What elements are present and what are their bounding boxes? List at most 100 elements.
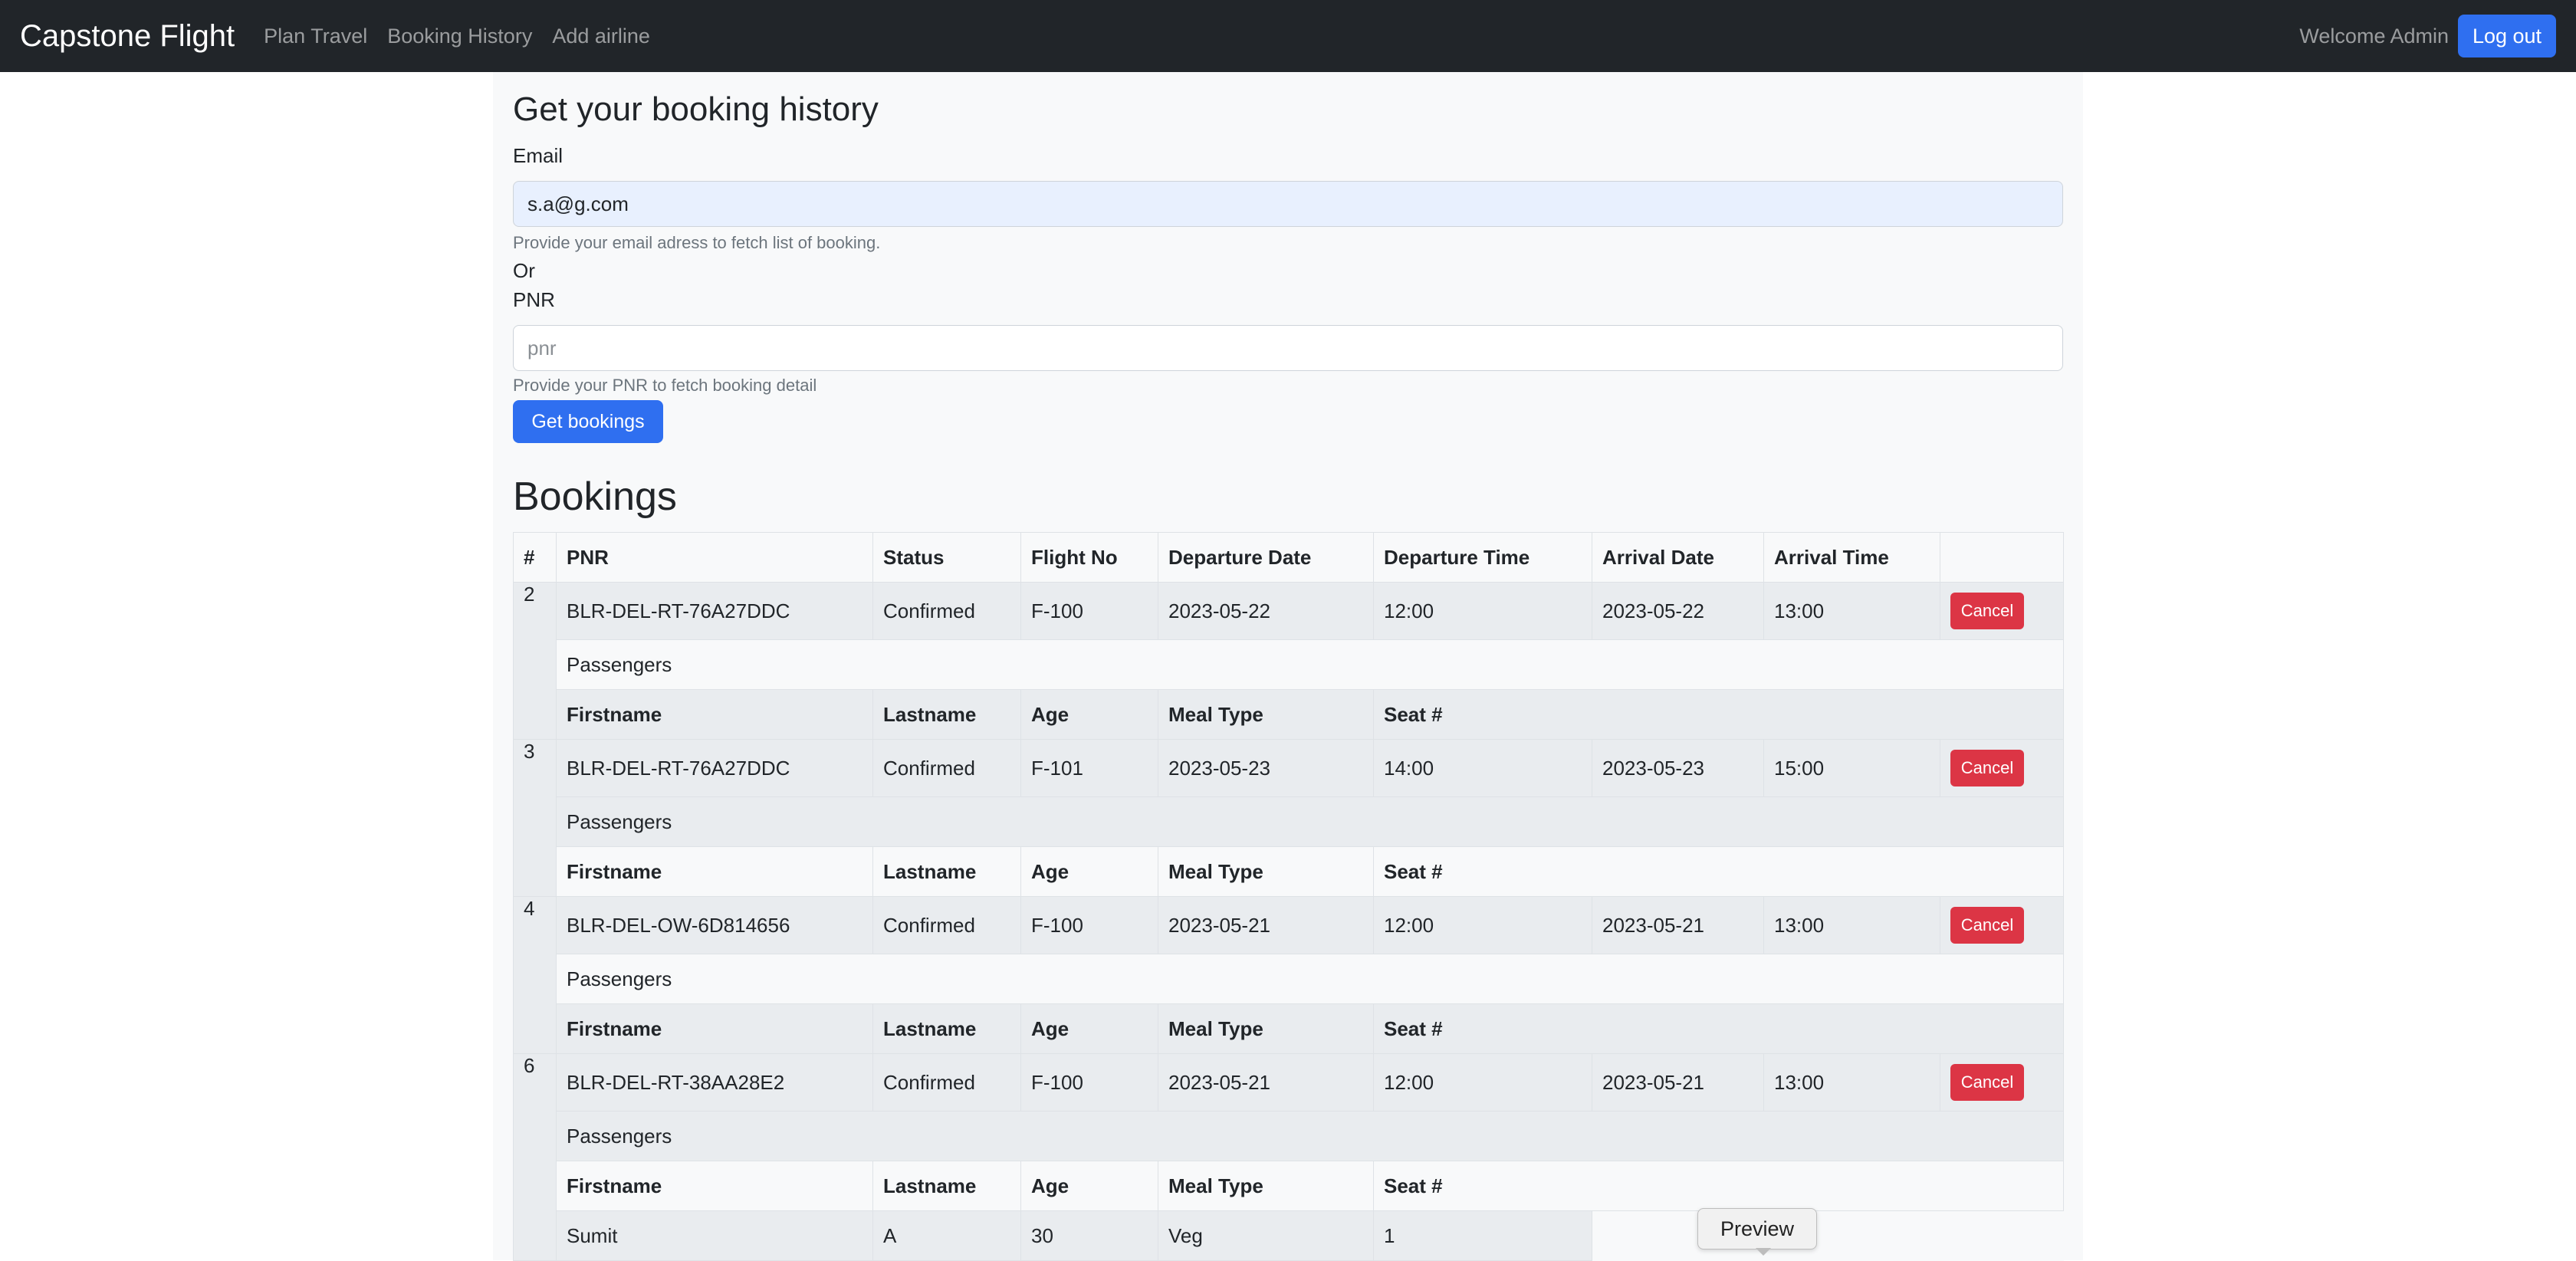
passenger-col-header: Meal Type (1158, 689, 1374, 740)
departure-time-cell: 14:00 (1373, 739, 1592, 797)
logout-button[interactable]: Log out (2458, 15, 2556, 57)
departure-date-cell: 2023-05-22 (1158, 582, 1374, 640)
email-help: Provide your email adress to fetch list … (513, 233, 881, 252)
empty-cell (1592, 1210, 2064, 1261)
welcome-text: Welcome Admin (2299, 24, 2449, 48)
passengers-header-row: Firstname Lastname Age Meal Type Seat # (514, 689, 2064, 740)
passenger-col-header: Lastname (872, 846, 1021, 897)
passenger-col-header: Seat # (1373, 689, 2064, 740)
email-label: Email (513, 144, 564, 167)
arrival-time-cell: 13:00 (1763, 1053, 1940, 1112)
brand-link[interactable]: Capstone Flight (20, 19, 235, 54)
departure-time-cell: 12:00 (1373, 1053, 1592, 1112)
cancel-button[interactable]: Cancel (1950, 593, 2024, 629)
bookings-table: # PNR Status Flight No Departure Date De… (513, 532, 2064, 1261)
table-row: 4 BLR-DEL-OW-6D814656 Confirmed F-100 20… (513, 896, 2064, 1054)
cancel-button[interactable]: Cancel (1950, 1064, 2024, 1101)
departure-date-cell: 2023-05-23 (1158, 739, 1374, 797)
row-number: 4 (513, 896, 557, 1054)
nav-booking-history[interactable]: Booking History (387, 25, 532, 48)
col-header (1940, 532, 2064, 583)
row-number: 3 (513, 739, 557, 897)
passengers-label: Passengers (556, 1111, 2064, 1161)
pnr-input[interactable]: pnr (513, 325, 2063, 371)
row-number: 6 (513, 1053, 557, 1261)
passenger-col-header: Firstname (556, 1003, 873, 1054)
table-row: 3 BLR-DEL-RT-76A27DDC Confirmed F-101 20… (513, 739, 2064, 897)
passenger-col-header: Lastname (872, 1003, 1021, 1054)
passenger-col-header: Age (1020, 1003, 1158, 1054)
bookings-title: Bookings (513, 475, 677, 519)
passenger-col-header: Firstname (556, 846, 873, 897)
preview-tooltip[interactable]: Preview (1697, 1208, 1817, 1250)
status-cell: Confirmed (872, 1053, 1021, 1112)
passengers-label-row: Passengers (514, 954, 2064, 1004)
pnr-placeholder: pnr (527, 336, 557, 360)
passenger-col-header: Seat # (1373, 1003, 2064, 1054)
col-header: Departure Date (1158, 532, 1374, 583)
page-title: Get your booking history (513, 90, 879, 128)
departure-time-cell: 12:00 (1373, 582, 1592, 640)
passenger-col-header: Seat # (1373, 1161, 2064, 1211)
action-cell: Cancel (1940, 739, 2064, 797)
departure-date-cell: 2023-05-21 (1158, 896, 1374, 954)
passenger-col-header: Lastname (872, 689, 1021, 740)
table-header: # PNR Status Flight No Departure Date De… (513, 532, 2064, 583)
navbar-right: Welcome Admin Log out (2299, 15, 2556, 57)
passenger-firstname: Sumit (556, 1210, 873, 1261)
departure-time-cell: 12:00 (1373, 896, 1592, 954)
passenger-col-header: Firstname (556, 689, 873, 740)
passenger-seat: 1 (1373, 1210, 1592, 1261)
passengers-label-row: Passengers (514, 1111, 2064, 1161)
passenger-col-header: Age (1020, 689, 1158, 740)
passenger-lastname: A (872, 1210, 1021, 1261)
nav-plan-travel[interactable]: Plan Travel (264, 25, 367, 48)
action-cell: Cancel (1940, 1053, 2064, 1112)
col-header: Status (872, 532, 1021, 583)
passenger-col-header: Meal Type (1158, 1161, 1374, 1211)
cancel-button[interactable]: Cancel (1950, 907, 2024, 944)
pnr-cell: BLR-DEL-RT-38AA28E2 (556, 1053, 873, 1112)
nav-add-airline[interactable]: Add airline (552, 25, 650, 48)
get-bookings-button[interactable]: Get bookings (513, 400, 663, 443)
passenger-col-header: Firstname (556, 1161, 873, 1211)
action-cell: Cancel (1940, 582, 2064, 640)
status-cell: Confirmed (872, 739, 1021, 797)
passenger-col-header: Lastname (872, 1161, 1021, 1211)
main-panel: Get your booking history Email s.a@g.com… (493, 72, 2083, 1261)
arrival-time-cell: 15:00 (1763, 739, 1940, 797)
passenger-col-header: Meal Type (1158, 846, 1374, 897)
or-text: Or (513, 259, 535, 282)
top-navbar: Capstone Flight Plan Travel Booking Hist… (0, 0, 2576, 72)
col-header: Arrival Date (1592, 532, 1764, 583)
col-header: Flight No (1020, 532, 1158, 583)
passengers-label-row: Passengers (514, 639, 2064, 690)
passengers-header-row: Firstname Lastname Age Meal Type Seat # (514, 1161, 2064, 1211)
flight-cell: F-100 (1020, 896, 1158, 954)
table-row: 2 BLR-DEL-RT-76A27DDC Confirmed F-100 20… (513, 582, 2064, 740)
pnr-cell: BLR-DEL-RT-76A27DDC (556, 582, 873, 640)
departure-date-cell: 2023-05-21 (1158, 1053, 1374, 1112)
table-row: 6 BLR-DEL-RT-38AA28E2 Confirmed F-100 20… (513, 1053, 2064, 1261)
passengers-label: Passengers (556, 954, 2064, 1004)
passenger-meal: Veg (1158, 1210, 1374, 1261)
passenger-col-header: Seat # (1373, 846, 2064, 897)
email-input[interactable]: s.a@g.com (513, 181, 2063, 227)
tooltip-arrow-icon (1756, 1248, 1771, 1256)
pnr-cell: BLR-DEL-RT-76A27DDC (556, 739, 873, 797)
passenger-col-header: Meal Type (1158, 1003, 1374, 1054)
flight-cell: F-100 (1020, 582, 1158, 640)
pnr-label: PNR (513, 288, 555, 311)
pnr-cell: BLR-DEL-OW-6D814656 (556, 896, 873, 954)
row-number: 2 (513, 582, 557, 740)
action-cell: Cancel (1940, 896, 2064, 954)
arrival-date-cell: 2023-05-21 (1592, 896, 1764, 954)
passenger-row: Sumit A 30 Veg 1 (514, 1210, 2064, 1261)
arrival-time-cell: 13:00 (1763, 896, 1940, 954)
col-header: # (513, 532, 557, 583)
cancel-button[interactable]: Cancel (1950, 750, 2024, 786)
passenger-col-header: Age (1020, 1161, 1158, 1211)
status-cell: Confirmed (872, 896, 1021, 954)
email-value: s.a@g.com (527, 192, 629, 215)
passenger-age: 30 (1020, 1210, 1158, 1261)
